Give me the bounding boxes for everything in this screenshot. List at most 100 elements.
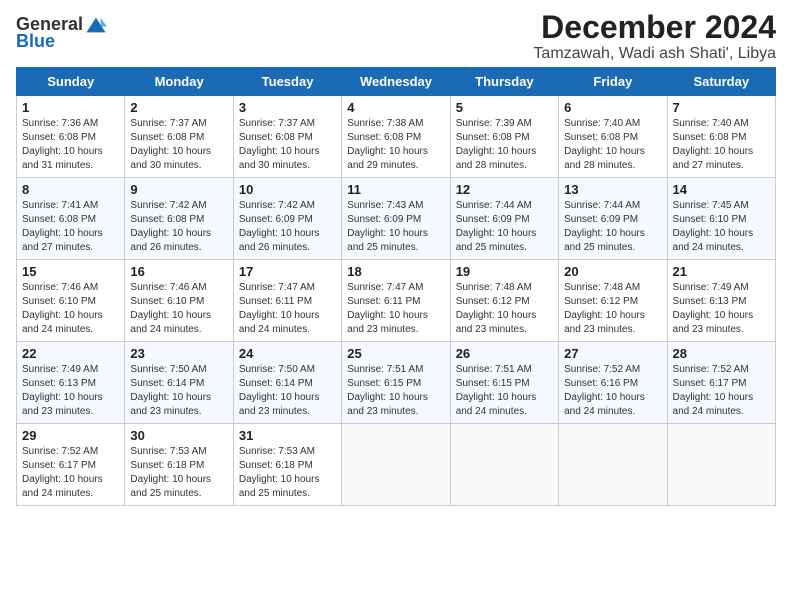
day-number: 27 [564,346,661,361]
day-info: Sunrise: 7:50 AMSunset: 6:14 PMDaylight:… [130,364,211,417]
table-row: 17 Sunrise: 7:47 AMSunset: 6:11 PMDayligh… [233,260,341,342]
day-info: Sunrise: 7:49 AMSunset: 6:13 PMDaylight:… [673,282,754,335]
day-info: Sunrise: 7:44 AMSunset: 6:09 PMDaylight:… [564,200,645,253]
table-row: 16 Sunrise: 7:46 AMSunset: 6:10 PMDayligh… [125,260,233,342]
day-number: 26 [456,346,553,361]
table-row [559,424,667,506]
day-number: 2 [130,100,227,115]
table-row: 1 Sunrise: 7:36 AMSunset: 6:08 PMDaylight… [17,96,125,178]
day-info: Sunrise: 7:40 AMSunset: 6:08 PMDaylight:… [673,118,754,171]
table-row: 9 Sunrise: 7:42 AMSunset: 6:08 PMDaylight… [125,178,233,260]
header: General Blue December 2024 Tamzawah, Wad… [16,10,776,63]
day-info: Sunrise: 7:42 AMSunset: 6:09 PMDaylight:… [239,200,320,253]
day-number: 15 [22,264,119,279]
table-row: 31 Sunrise: 7:53 AMSunset: 6:18 PMDayligh… [233,424,341,506]
day-info: Sunrise: 7:37 AMSunset: 6:08 PMDaylight:… [239,118,320,171]
location-title: Tamzawah, Wadi ash Shati', Libya [533,45,776,63]
day-number: 17 [239,264,336,279]
day-number: 9 [130,182,227,197]
day-number: 3 [239,100,336,115]
col-friday: Friday [559,68,667,96]
table-row: 19 Sunrise: 7:48 AMSunset: 6:12 PMDayligh… [450,260,558,342]
col-wednesday: Wednesday [342,68,450,96]
table-row: 4 Sunrise: 7:38 AMSunset: 6:08 PMDaylight… [342,96,450,178]
day-info: Sunrise: 7:46 AMSunset: 6:10 PMDaylight:… [22,282,103,335]
day-info: Sunrise: 7:52 AMSunset: 6:17 PMDaylight:… [673,364,754,417]
logo-blue: Blue [16,31,55,52]
col-monday: Monday [125,68,233,96]
day-number: 5 [456,100,553,115]
day-number: 8 [22,182,119,197]
table-row: 2 Sunrise: 7:37 AMSunset: 6:08 PMDaylight… [125,96,233,178]
title-block: December 2024 Tamzawah, Wadi ash Shati',… [533,10,776,63]
table-row [667,424,775,506]
day-info: Sunrise: 7:46 AMSunset: 6:10 PMDaylight:… [130,282,211,335]
day-info: Sunrise: 7:39 AMSunset: 6:08 PMDaylight:… [456,118,537,171]
table-row: 27 Sunrise: 7:52 AMSunset: 6:16 PMDayligh… [559,342,667,424]
day-info: Sunrise: 7:51 AMSunset: 6:15 PMDaylight:… [456,364,537,417]
table-row: 18 Sunrise: 7:47 AMSunset: 6:11 PMDayligh… [342,260,450,342]
table-row [342,424,450,506]
table-row: 22Sunrise: 7:49 AMSunset: 6:13 PMDayligh… [17,342,125,424]
day-info: Sunrise: 7:53 AMSunset: 6:18 PMDaylight:… [239,446,320,499]
day-info: Sunrise: 7:41 AMSunset: 6:08 PMDaylight:… [22,200,103,253]
table-row: 21 Sunrise: 7:49 AMSunset: 6:13 PMDayligh… [667,260,775,342]
day-number: 23 [130,346,227,361]
day-number: 4 [347,100,444,115]
table-row: 10 Sunrise: 7:42 AMSunset: 6:09 PMDayligh… [233,178,341,260]
header-row: Sunday Monday Tuesday Wednesday Thursday… [17,68,776,96]
day-number: 28 [673,346,770,361]
day-number: 30 [130,428,227,443]
day-info: Sunrise: 7:40 AMSunset: 6:08 PMDaylight:… [564,118,645,171]
table-row: 28 Sunrise: 7:52 AMSunset: 6:17 PMDayligh… [667,342,775,424]
day-number: 31 [239,428,336,443]
day-number: 13 [564,182,661,197]
day-info: Sunrise: 7:53 AMSunset: 6:18 PMDaylight:… [130,446,211,499]
day-info: Sunrise: 7:45 AMSunset: 6:10 PMDaylight:… [673,200,754,253]
day-number: 1 [22,100,119,115]
day-number: 6 [564,100,661,115]
day-number: 22 [22,346,119,361]
day-info: Sunrise: 7:38 AMSunset: 6:08 PMDaylight:… [347,118,428,171]
day-info: Sunrise: 7:36 AMSunset: 6:08 PMDaylight:… [22,118,103,171]
day-number: 21 [673,264,770,279]
table-row: 11Sunrise: 7:43 AMSunset: 6:09 PMDayligh… [342,178,450,260]
table-row [450,424,558,506]
day-info: Sunrise: 7:47 AMSunset: 6:11 PMDaylight:… [239,282,320,335]
table-row: 26 Sunrise: 7:51 AMSunset: 6:15 PMDayligh… [450,342,558,424]
table-row: 6 Sunrise: 7:40 AMSunset: 6:08 PMDaylight… [559,96,667,178]
day-number: 11 [347,182,444,197]
table-row: 13 Sunrise: 7:44 AMSunset: 6:09 PMDayligh… [559,178,667,260]
table-row: 23 Sunrise: 7:50 AMSunset: 6:14 PMDayligh… [125,342,233,424]
day-number: 7 [673,100,770,115]
table-row: 14 Sunrise: 7:45 AMSunset: 6:10 PMDayligh… [667,178,775,260]
table-row: 3 Sunrise: 7:37 AMSunset: 6:08 PMDaylight… [233,96,341,178]
day-info: Sunrise: 7:52 AMSunset: 6:16 PMDaylight:… [564,364,645,417]
day-number: 16 [130,264,227,279]
col-thursday: Thursday [450,68,558,96]
table-row: 12Sunrise: 7:44 AMSunset: 6:09 PMDayligh… [450,178,558,260]
day-number: 24 [239,346,336,361]
day-number: 14 [673,182,770,197]
day-number: 29 [22,428,119,443]
day-info: Sunrise: 7:42 AMSunset: 6:08 PMDaylight:… [130,200,211,253]
table-row: 8 Sunrise: 7:41 AMSunset: 6:08 PMDaylight… [17,178,125,260]
day-info: Sunrise: 7:48 AMSunset: 6:12 PMDaylight:… [456,282,537,335]
day-info: Sunrise: 7:50 AMSunset: 6:14 PMDaylight:… [239,364,320,417]
logo-icon [85,16,107,34]
day-number: 19 [456,264,553,279]
day-info: Sunrise: 7:52 AMSunset: 6:17 PMDaylight:… [22,446,103,499]
page: General Blue December 2024 Tamzawah, Wad… [0,0,792,516]
day-info: Sunrise: 7:51 AMSunset: 6:15 PMDaylight:… [347,364,428,417]
day-number: 12 [456,182,553,197]
table-row: 30 Sunrise: 7:53 AMSunset: 6:18 PMDayligh… [125,424,233,506]
table-row: 25Sunrise: 7:51 AMSunset: 6:15 PMDayligh… [342,342,450,424]
calendar-table: Sunday Monday Tuesday Wednesday Thursday… [16,67,776,506]
day-info: Sunrise: 7:37 AMSunset: 6:08 PMDaylight:… [130,118,211,171]
day-number: 10 [239,182,336,197]
day-number: 18 [347,264,444,279]
table-row: 5 Sunrise: 7:39 AMSunset: 6:08 PMDaylight… [450,96,558,178]
day-info: Sunrise: 7:47 AMSunset: 6:11 PMDaylight:… [347,282,428,335]
table-row: 15 Sunrise: 7:46 AMSunset: 6:10 PMDayligh… [17,260,125,342]
logo: General Blue [16,14,107,52]
